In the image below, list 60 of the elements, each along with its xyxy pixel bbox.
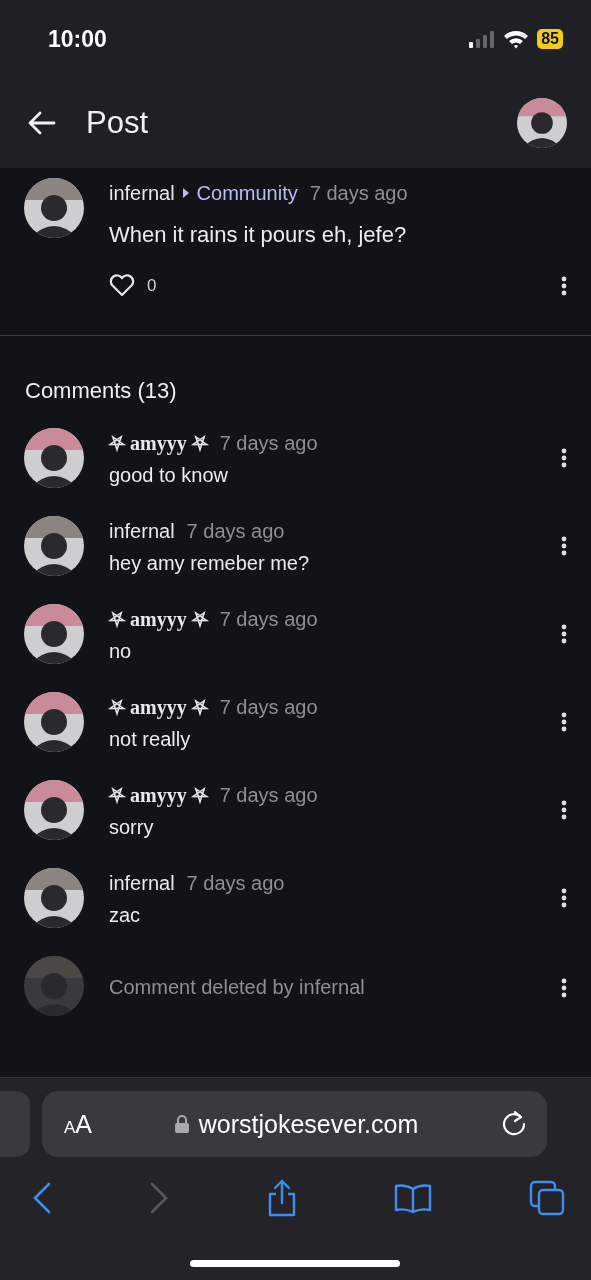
more-button[interactable]: [561, 536, 567, 556]
comment-author[interactable]: ⛧ amyyy ⛧: [109, 431, 208, 455]
comments-heading: Comments (13): [24, 377, 178, 405]
deleted-comment-text: Comment deleted by infernal: [109, 976, 366, 999]
comment-time: 7 days ago: [219, 783, 318, 807]
more-icon: [561, 448, 567, 468]
comment-text: not really: [109, 728, 192, 751]
more-icon: [561, 624, 567, 644]
url-text: worstjokesever.com: [198, 1109, 419, 1139]
back-button[interactable]: [28, 111, 56, 135]
more-button[interactable]: [561, 275, 567, 296]
more-icon: [561, 888, 567, 908]
comment-time: 7 days ago: [186, 871, 285, 895]
comment-text: sorry: [109, 816, 155, 839]
community-link[interactable]: Community: [196, 181, 298, 205]
more-button[interactable]: [561, 624, 567, 644]
more-button[interactable]: [561, 800, 567, 820]
more-icon: [561, 978, 567, 998]
more-icon: [561, 536, 567, 556]
status-time: 10:00: [48, 25, 107, 53]
comment-author[interactable]: ⛧ amyyy ⛧: [109, 783, 208, 807]
comment-text: hey amy remeber me?: [109, 552, 311, 575]
address-bar[interactable]: AA worstjokesever.com: [42, 1091, 547, 1157]
more-icon: [561, 712, 567, 732]
chevron-left-icon: [32, 1182, 52, 1214]
caret-icon: [182, 188, 189, 198]
page-title: Post: [86, 105, 150, 141]
text-size-button[interactable]: AA: [64, 1109, 93, 1139]
battery-level: 85: [537, 29, 563, 49]
more-button[interactable]: [561, 978, 567, 998]
comment-author[interactable]: ⛧ amyyy ⛧: [109, 695, 208, 719]
comment-time: 7 days ago: [219, 431, 318, 455]
more-button[interactable]: [561, 712, 567, 732]
comment-text: no: [109, 640, 133, 663]
book-icon[interactable]: [394, 1183, 433, 1213]
comment-text: zac: [109, 904, 142, 927]
more-button[interactable]: [561, 888, 567, 908]
back-nav-button[interactable]: [32, 1182, 52, 1214]
comment-time: 7 days ago: [219, 607, 318, 631]
more-icon: [561, 800, 567, 820]
comment-time: 7 days ago: [219, 695, 318, 719]
wifi-icon: [503, 29, 530, 49]
post-text: When it rains it pours eh, jefe?: [109, 222, 408, 248]
more-icon: [561, 275, 567, 296]
chevron-right-icon: [148, 1182, 169, 1214]
post-time: 7 days ago: [309, 181, 408, 205]
comment-text: good to know: [109, 464, 229, 487]
lock-icon: [174, 1115, 189, 1133]
heart-icon: [109, 274, 135, 297]
comment-author[interactable]: infernal: [109, 519, 175, 543]
more-button[interactable]: [561, 448, 567, 468]
comment-author[interactable]: ⛧ amyyy ⛧: [109, 607, 208, 631]
comment-author[interactable]: infernal: [109, 871, 175, 895]
back-arrow-icon: [28, 111, 56, 135]
reload-icon[interactable]: [501, 1111, 527, 1137]
post-author[interactable]: infernal: [109, 181, 175, 205]
comment-time: 7 days ago: [186, 519, 285, 543]
like-button[interactable]: 0: [109, 274, 157, 297]
tabs-icon[interactable]: [529, 1180, 565, 1216]
signal-icon: [469, 30, 496, 48]
